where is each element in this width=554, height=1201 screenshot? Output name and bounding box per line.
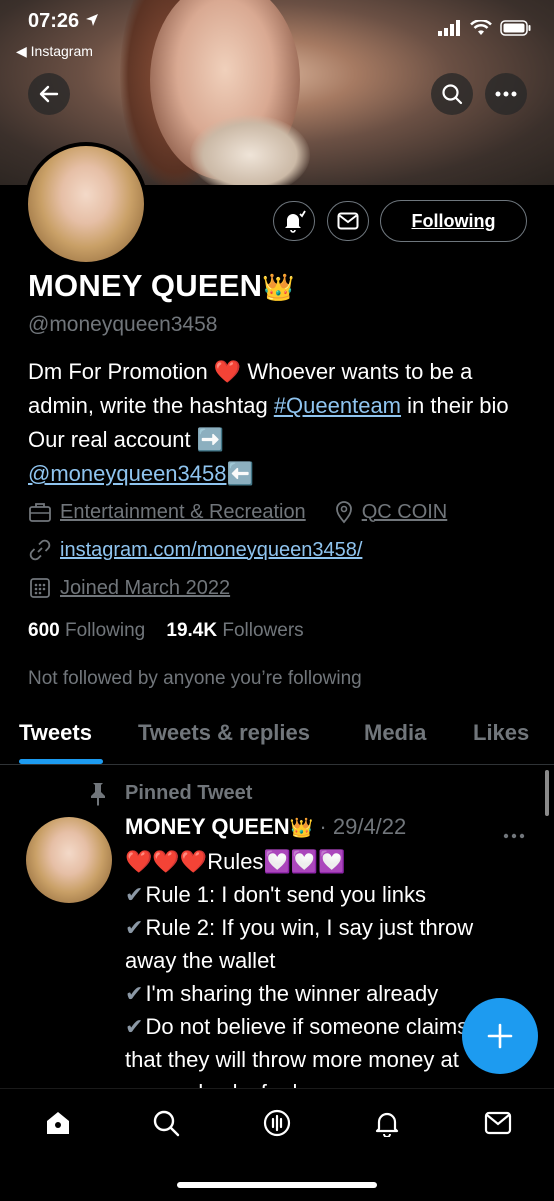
website-link[interactable]: instagram.com/moneyqueen3458/: [60, 539, 362, 562]
profile-meta-row-3: Joined March 2022: [28, 576, 230, 600]
plus-icon: [487, 1023, 513, 1049]
search-icon: [442, 84, 463, 105]
search-button[interactable]: [431, 73, 473, 115]
signal-icon: [438, 20, 460, 36]
spaces-icon: [263, 1109, 291, 1137]
profile-avatar[interactable]: [24, 142, 148, 266]
profile-handle: @moneyqueen3458: [28, 313, 218, 336]
banner-dog: [190, 115, 310, 185]
wifi-icon: [470, 20, 492, 35]
hashtag-link[interactable]: #Queenteam: [274, 393, 401, 418]
more-button[interactable]: [485, 73, 527, 115]
category-link[interactable]: Entertainment & Recreation: [60, 501, 306, 524]
arrow-left-icon: [39, 85, 59, 103]
link-icon: [29, 539, 51, 561]
tab-tweets[interactable]: Tweets: [19, 720, 92, 746]
tweet-avatar[interactable]: [26, 817, 112, 903]
tab-likes[interactable]: Likes: [473, 720, 529, 746]
message-button[interactable]: [327, 201, 369, 241]
tweet-author[interactable]: MONEY QUEEN: [125, 814, 290, 839]
tab-media[interactable]: Media: [364, 720, 426, 746]
more-dots-icon: [503, 833, 525, 839]
profile-stats: 600 Following 19.4K Followers: [28, 620, 304, 642]
pin-icon: [86, 781, 110, 812]
status-icons: [438, 20, 532, 36]
compose-tweet-button[interactable]: [462, 998, 538, 1074]
joined-date: Joined March 2022: [60, 576, 231, 599]
profile-meta-row-2: instagram.com/moneyqueen3458/: [28, 538, 362, 562]
briefcase-icon: [29, 503, 51, 522]
location-text: QC COIN: [361, 500, 448, 523]
tweet-text: ❤️❤️❤️Rules💟💟💟 ✔Rule 1: I don't send you…: [125, 849, 474, 1105]
active-tab-indicator: [19, 759, 103, 764]
tweet-date: · 29/4/22: [319, 814, 407, 839]
tweet-more-button[interactable]: [503, 826, 525, 844]
more-dots-icon: [495, 91, 517, 97]
profile-meta-row-1: Entertainment & Recreation QC COIN: [28, 500, 447, 524]
nav-search[interactable]: [146, 1103, 186, 1143]
nav-notifications[interactable]: [367, 1103, 407, 1143]
followers-stat[interactable]: 19.4K Followers: [166, 620, 303, 641]
following-button[interactable]: Following: [380, 200, 527, 242]
profile-name: MONEY QUEEN👑: [28, 268, 295, 303]
notifications-button[interactable]: [273, 201, 315, 241]
scrollbar[interactable]: [545, 770, 549, 816]
calendar-icon: [30, 578, 50, 598]
tweet-header: MONEY QUEEN👑 · 29/4/22: [125, 814, 407, 839]
following-button-label: Following: [411, 210, 496, 231]
battery-icon: [500, 20, 531, 36]
search-icon: [153, 1110, 180, 1137]
nav-home[interactable]: [38, 1103, 78, 1143]
back-to-app[interactable]: ◀ Instagram: [16, 43, 93, 60]
pinned-label: Pinned Tweet: [125, 782, 253, 804]
profile-tabs: Tweets Tweets & replies Media Likes: [0, 708, 554, 765]
not-followed-text: Not followed by anyone you’re following: [28, 668, 362, 689]
status-time: 07:26: [28, 10, 99, 33]
tab-tweets-replies[interactable]: Tweets & replies: [138, 720, 310, 746]
bell-check-icon: [285, 210, 306, 233]
home-indicator[interactable]: [177, 1182, 377, 1188]
nav-messages[interactable]: [478, 1103, 518, 1143]
home-icon: [47, 1112, 69, 1134]
envelope-icon: [337, 212, 359, 230]
bell-icon: [375, 1112, 399, 1137]
back-button[interactable]: [28, 73, 70, 115]
nav-spaces[interactable]: [257, 1103, 297, 1143]
mention-link[interactable]: @moneyqueen3458: [28, 461, 226, 486]
following-stat[interactable]: 600 Following: [28, 620, 145, 641]
profile-bio: Dm For Promotion ❤️ Whoever wants to be …: [28, 359, 509, 486]
envelope-icon: [484, 1111, 512, 1135]
location-pin-icon: [335, 501, 352, 524]
location-arrow-icon: [85, 14, 98, 26]
